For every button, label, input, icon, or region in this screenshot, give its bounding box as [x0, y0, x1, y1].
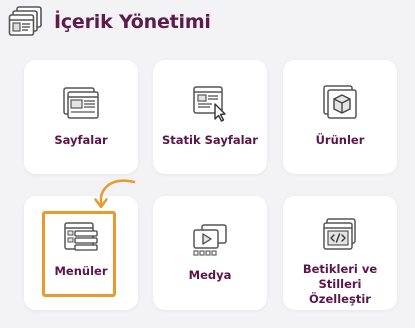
card-custom-code-label: Betikleri ve Stilleri Özelleştir: [302, 262, 378, 306]
product-box-icon: [323, 85, 357, 119]
pages-icon: [63, 87, 99, 119]
media-icon: [193, 224, 227, 256]
card-menus[interactable]: Menüler: [24, 196, 138, 310]
browser-windows-icon: [8, 6, 42, 36]
page-title: İçerik Yönetimi: [54, 11, 211, 33]
card-static-pages[interactable]: Statik Sayfalar: [153, 60, 267, 174]
static-page-cursor-icon: [193, 86, 226, 122]
page-header: İçerik Yönetimi: [8, 4, 211, 40]
card-products-label: Ürünler: [315, 133, 365, 147]
card-media-label: Medya: [188, 268, 232, 282]
code-window-icon: [323, 218, 356, 250]
card-static-pages-label: Statik Sayfalar: [162, 133, 258, 147]
card-pages-label: Sayfalar: [54, 133, 108, 147]
card-custom-code[interactable]: Betikleri ve Stilleri Özelleştir: [283, 196, 397, 310]
menu-list-icon: [64, 222, 98, 251]
card-pages[interactable]: Sayfalar: [24, 60, 138, 174]
card-media[interactable]: Medya: [153, 196, 267, 310]
card-menus-label: Menüler: [54, 264, 108, 278]
card-products[interactable]: Ürünler: [283, 60, 397, 174]
